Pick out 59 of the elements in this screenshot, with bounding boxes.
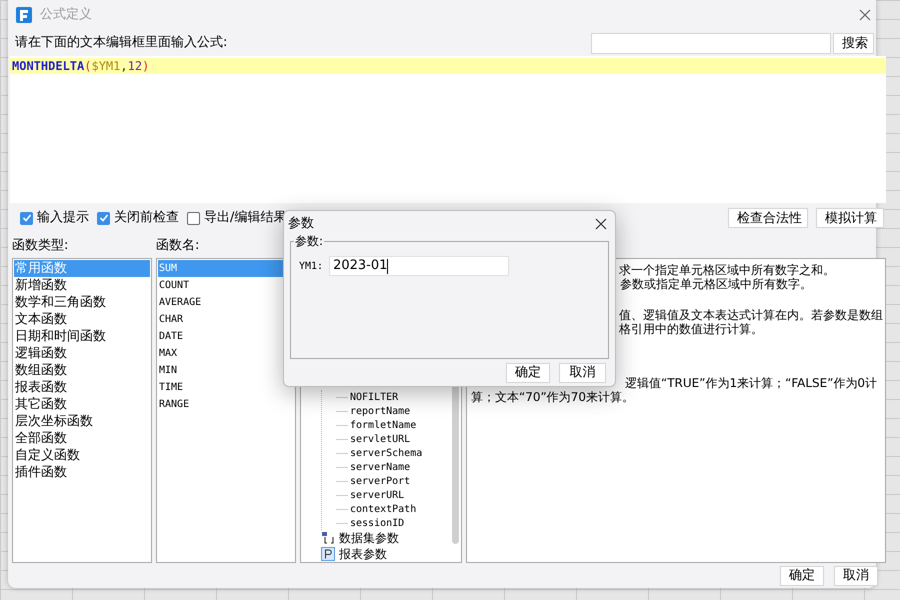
tree-item[interactable]: servletURL [350, 432, 410, 446]
category-item[interactable]: 数组函数 [14, 362, 150, 379]
description-text: 算；文本“70”作为70来计算。 [471, 390, 634, 404]
description-text: 逻辑值“TRUE”作为1来计算；“FALSE”作为0计 [625, 376, 878, 390]
group-label: 参数: [294, 232, 324, 250]
category-item[interactable]: 插件函数 [14, 464, 150, 481]
tree-item[interactable]: NOFILTER [350, 390, 398, 404]
formula-editor[interactable]: MONTHDELTA($YM1,12) [10, 56, 886, 203]
tree-item[interactable]: serverName [350, 460, 410, 474]
function-item[interactable]: RANGE [158, 396, 294, 413]
category-item[interactable]: 报表函数 [14, 379, 150, 396]
tree-item[interactable]: 数据集参数 [339, 529, 399, 547]
tree-item[interactable]: reportName [350, 404, 410, 418]
cancel-button[interactable]: 取消 [834, 566, 878, 586]
simulate-button[interactable]: 模拟计算 [816, 208, 884, 228]
field-label: YM1: [299, 260, 324, 274]
tree-item[interactable]: serverSchema [350, 446, 422, 460]
parameter-icon [321, 547, 335, 561]
tree-item[interactable]: 报表参数 [339, 545, 387, 563]
list-heading: 函数类型: [12, 236, 70, 254]
prompt-label: 请在下面的文本编辑框里面输入公式: [15, 34, 228, 52]
ok-button[interactable]: 确定 [780, 566, 824, 586]
category-item[interactable]: 全部函数 [14, 430, 150, 447]
description-text: 求一个指定单元格区域中所有数字之和。 [619, 263, 835, 277]
tree-item[interactable]: sessionID [350, 516, 404, 530]
value-field[interactable]: 2023-01 [329, 256, 510, 276]
tree-item[interactable]: serverPort [350, 474, 410, 488]
checkbox[interactable] [20, 212, 33, 224]
dialog-title: 参数 [288, 215, 314, 234]
formula-text: MONTHDELTA($YM1,12) [11, 58, 150, 75]
ok-button[interactable]: 确定 [506, 362, 550, 382]
checkbox-label: 输入提示 [37, 209, 89, 228]
checkbox[interactable] [187, 212, 200, 224]
close-icon[interactable] [859, 9, 871, 21]
checkbox[interactable] [97, 212, 110, 224]
list-heading: 函数名: [156, 236, 200, 254]
description-text: 格引用中的数值进行计算。 [619, 322, 763, 336]
checkbox-label: 关闭前检查 [114, 209, 179, 228]
check-validity-button[interactable]: 检查合法性 [728, 208, 808, 228]
close-icon[interactable] [595, 218, 607, 230]
category-item[interactable]: 新增函数 [14, 277, 150, 294]
category-item[interactable]: 数学和三角函数 [14, 294, 150, 311]
cancel-button[interactable]: 取消 [559, 362, 606, 382]
category-item[interactable]: 文本函数 [14, 311, 150, 328]
category-item[interactable]: 自定义函数 [14, 447, 150, 464]
search-button[interactable]: 搜索 [833, 32, 874, 54]
description-text: 参数或指定单元格区域中所有数字。 [620, 277, 812, 291]
category-item[interactable]: 层次坐标函数 [14, 413, 150, 430]
tree-item[interactable]: formletName [350, 418, 416, 432]
tree-item[interactable]: contextPath [350, 502, 416, 516]
app-logo-icon [16, 7, 32, 23]
category-item[interactable]: 逻辑函数 [14, 345, 150, 362]
category-item[interactable]: 日期和时间函数 [14, 328, 150, 345]
search-field[interactable] [591, 32, 831, 54]
tree-item[interactable]: serverURL [350, 488, 404, 502]
dataset-icon [321, 531, 335, 545]
category-item[interactable]: 其它函数 [14, 396, 150, 413]
window-title: 公式定义 [40, 6, 92, 24]
description-text: 值、逻辑值及文本表达式计算在内。若参数是数组 [619, 308, 883, 322]
